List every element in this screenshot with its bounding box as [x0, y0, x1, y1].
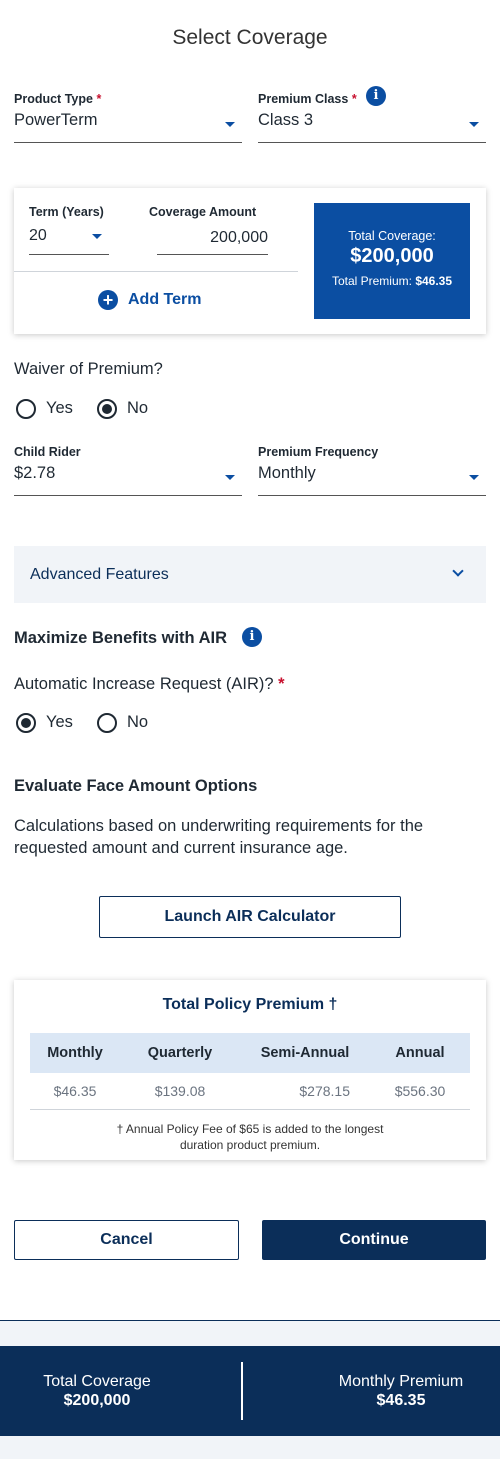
header-quarterly: Quarterly	[120, 1033, 240, 1073]
product-type-value: PowerTerm	[14, 111, 98, 129]
footer-total-coverage: Total Coverage $200,000	[0, 1372, 194, 1410]
child-rider-label: Child Rider	[14, 445, 81, 459]
waiver-yes-radio[interactable]	[16, 399, 36, 419]
value-quarterly: $139.08	[120, 1073, 240, 1110]
total-coverage-box: Total Coverage: $200,000 Total Premium: …	[314, 203, 470, 319]
advanced-features-accordion[interactable]: Advanced Features	[14, 546, 486, 603]
required-marker: *	[96, 92, 102, 106]
term-select[interactable]: 20	[29, 227, 109, 255]
continue-button[interactable]: Continue	[262, 1220, 486, 1260]
total-premium-line: Total Premium: $46.35	[314, 274, 470, 288]
coverage-amount-label: Coverage Amount	[149, 205, 257, 219]
page-title: Select Coverage	[172, 26, 328, 49]
chevron-down-icon	[452, 565, 464, 577]
value-monthly: $46.35	[30, 1073, 120, 1110]
evaluate-description: Calculations based on underwriting requi…	[14, 815, 494, 859]
premium-frequency-label: Premium Frequency	[258, 445, 379, 459]
air-yes-label: Yes	[46, 713, 73, 731]
coverage-card: Term (Years) 20 Coverage Amount 200,000 …	[14, 188, 486, 334]
footer-divider	[241, 1362, 243, 1420]
product-type-label-text: Product Type	[14, 92, 93, 106]
air-no-label: No	[127, 713, 149, 731]
caret-down-icon	[469, 475, 479, 480]
header-monthly: Monthly	[30, 1033, 120, 1073]
required-marker: *	[278, 675, 285, 693]
policy-fee-note: † Annual Policy Fee of $65 is added to t…	[14, 1121, 486, 1153]
evaluate-line-2: requested amount and current insurance a…	[14, 839, 348, 857]
premium-frequency-select[interactable]: Monthly	[258, 464, 486, 496]
total-coverage-value: $200,000	[350, 245, 434, 267]
air-question: Automatic Increase Request (AIR)? *	[14, 675, 285, 694]
product-type-label: Product Type *	[14, 92, 101, 106]
evaluate-line-1: Calculations based on underwriting requi…	[14, 817, 424, 835]
info-icon[interactable]: i	[366, 86, 386, 106]
policy-premium-card: Total Policy Premium † Monthly Quarterly…	[14, 980, 486, 1160]
caret-down-icon	[225, 122, 235, 127]
air-no-radio[interactable]	[97, 713, 117, 733]
premium-class-label: Premium Class *	[258, 92, 357, 106]
total-premium-label: Total Premium:	[331, 274, 412, 288]
add-term-button[interactable]: + Add Term	[98, 288, 201, 312]
footer-monthly-premium: Monthly Premium $46.35	[302, 1372, 500, 1410]
total-premium-value: $46.35	[415, 274, 453, 288]
product-type-select[interactable]: PowerTerm	[14, 111, 242, 143]
info-icon[interactable]: i	[242, 627, 262, 647]
air-yes-radio[interactable]	[16, 713, 36, 733]
waiver-no-label: No	[127, 399, 149, 417]
plus-icon: +	[98, 290, 118, 310]
premium-class-value: Class 3	[258, 111, 314, 129]
waiver-yes-label: Yes	[46, 399, 73, 417]
header-annual: Annual	[370, 1033, 470, 1073]
policy-premium-title: Total Policy Premium †	[162, 996, 338, 1013]
caret-down-icon	[225, 475, 235, 480]
cancel-button[interactable]: Cancel	[14, 1220, 239, 1260]
child-rider-select[interactable]: $2.78	[14, 464, 242, 496]
child-rider-value: $2.78	[14, 464, 56, 482]
air-heading: Maximize Benefits with AIR	[14, 629, 228, 647]
header-semi-annual: Semi-Annual	[240, 1033, 370, 1073]
footer-coverage-label: Total Coverage	[43, 1373, 151, 1390]
footer-premium-label: Monthly Premium	[338, 1373, 464, 1390]
required-marker: *	[351, 92, 357, 106]
coverage-amount-value: 200,000	[210, 229, 268, 246]
evaluate-heading: Evaluate Face Amount Options	[14, 777, 258, 795]
table-header-row: Monthly Quarterly Semi-Annual Annual	[30, 1033, 470, 1073]
footer-premium-value: $46.35	[376, 1392, 426, 1409]
premium-frequency-value: Monthly	[258, 464, 316, 482]
total-coverage-label: Total Coverage:	[348, 229, 436, 243]
table-row: $46.35 $139.08 $278.15 $556.30	[30, 1073, 470, 1110]
launch-air-calculator-button[interactable]: Launch AIR Calculator	[99, 896, 401, 938]
policy-fee-note-line-2: duration product premium.	[179, 1138, 321, 1152]
summary-footer: Total Coverage $200,000 Monthly Premium …	[0, 1346, 500, 1436]
add-term-label: Add Term	[128, 291, 202, 308]
divider	[14, 271, 298, 272]
caret-down-icon	[469, 122, 479, 127]
premium-table: Monthly Quarterly Semi-Annual Annual $46…	[30, 1033, 470, 1110]
caret-down-icon	[92, 234, 102, 239]
advanced-features-label: Advanced Features	[30, 566, 169, 583]
premium-class-label-text: Premium Class	[258, 92, 349, 106]
value-semi-annual: $278.15	[240, 1073, 370, 1110]
term-value: 20	[29, 227, 47, 244]
premium-class-select[interactable]: Class 3	[258, 111, 486, 143]
coverage-amount-input[interactable]: 200,000	[157, 229, 268, 255]
waiver-question: Waiver of Premium?	[14, 360, 163, 378]
air-question-text: Automatic Increase Request (AIR)?	[14, 675, 274, 693]
term-label: Term (Years)	[29, 205, 104, 219]
policy-fee-note-line-1: † Annual Policy Fee of $65 is added to t…	[116, 1122, 384, 1136]
waiver-no-radio[interactable]	[97, 399, 117, 419]
footer-coverage-value: $200,000	[63, 1392, 131, 1409]
value-annual: $556.30	[370, 1073, 470, 1110]
